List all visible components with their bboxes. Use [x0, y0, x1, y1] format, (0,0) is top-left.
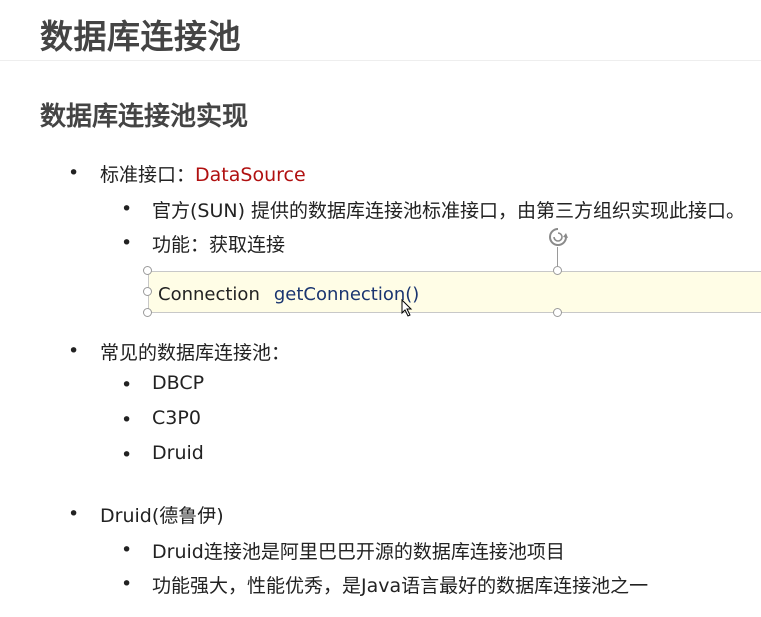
resize-handle-bottom-left[interactable] — [143, 308, 152, 317]
bullet-label: 标准接口： — [100, 164, 196, 186]
datasource-keyword: DataSource — [195, 164, 306, 186]
bullet-dot: • — [121, 444, 133, 466]
bullet-dot: • — [121, 374, 133, 396]
code-method: getConnection() — [273, 284, 420, 305]
subitem-dbcp: DBCP — [152, 372, 205, 394]
subitem-druid-desc: Druid连接池是阿里巴巴开源的数据库连接池项目 — [152, 541, 565, 563]
bullet-dot: • — [121, 409, 133, 431]
bullet-dot: • — [121, 539, 133, 561]
bullet-dot: • — [121, 232, 133, 254]
bullet-dot: • — [121, 573, 133, 595]
resize-handle-bottom-middle[interactable] — [553, 308, 562, 317]
bullet-dot: • — [121, 198, 133, 220]
slide-title: 数据库连接池 — [40, 17, 241, 56]
bullet-dot: • — [68, 340, 80, 362]
subitem-druid: Druid — [152, 442, 204, 464]
bullet-druid-heading: Druid(德鲁伊) — [100, 505, 224, 527]
bullet-common-pools: 常见的数据库连接池： — [100, 342, 291, 364]
subitem-c3p0: C3P0 — [152, 407, 201, 429]
mouse-cursor-icon — [401, 299, 413, 317]
rotate-icon[interactable] — [546, 225, 570, 249]
resize-handle-middle-left[interactable] — [143, 287, 152, 296]
subitem-druid-features: 功能强大，性能优秀，是Java语言最好的数据库连接池之一 — [152, 575, 649, 597]
code-line[interactable]: Connection getConnection() — [158, 284, 419, 305]
bullet-dot: • — [68, 503, 80, 525]
bullet-dot: • — [68, 162, 80, 184]
subitem-official-interface: 官方(SUN) 提供的数据库连接池标准接口，由第三方组织实现此接口。 — [152, 200, 746, 222]
bullet-standard-interface: 标准接口：DataSource — [100, 160, 306, 187]
slide-subtitle: 数据库连接池实现 — [40, 102, 249, 132]
code-type: Connection — [158, 284, 260, 305]
title-divider — [0, 60, 761, 61]
subitem-function: 功能：获取连接 — [152, 234, 286, 256]
resize-handle-top-left[interactable] — [143, 266, 152, 275]
resize-handle-top-middle[interactable] — [553, 266, 562, 275]
